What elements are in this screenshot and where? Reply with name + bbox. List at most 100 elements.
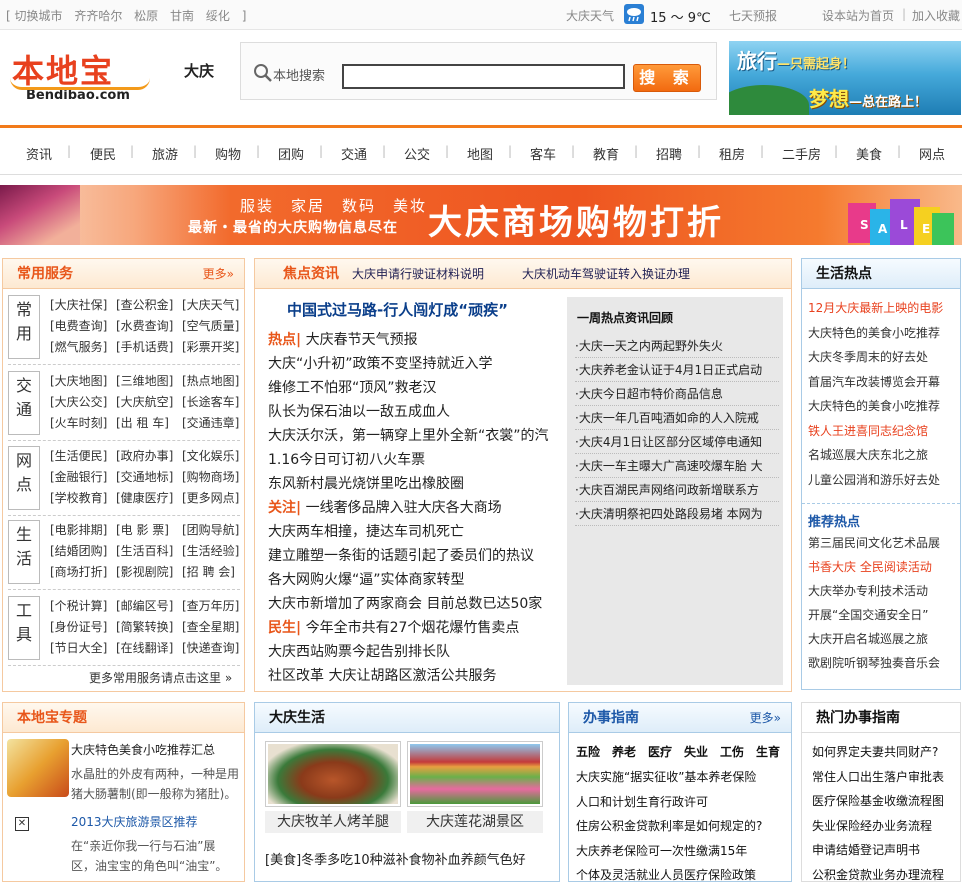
nav-item[interactable]: 旅游 bbox=[152, 144, 178, 163]
guide-link[interactable]: 大庆实施“据实征收”基本养老保险 bbox=[576, 768, 788, 785]
search-button[interactable]: 搜 索 bbox=[633, 64, 701, 92]
nav-item[interactable]: 租房 bbox=[719, 144, 745, 163]
life-hot-link[interactable]: 大庆冬季周末的好去处 bbox=[808, 348, 958, 365]
nav-item[interactable]: 地图 bbox=[467, 144, 493, 163]
service-link[interactable]: [燃气服务] bbox=[50, 338, 107, 355]
city-link[interactable]: 齐齐哈尔 bbox=[74, 9, 122, 23]
service-link[interactable]: [交通违章] bbox=[182, 414, 239, 431]
service-link[interactable]: [交通地标] bbox=[116, 468, 173, 485]
guide-categories[interactable]: 五险 养老 医疗 失业 工伤 生育 bbox=[576, 743, 788, 760]
service-link[interactable]: [邮编区号] bbox=[116, 597, 173, 614]
service-link[interactable]: [电影排期] bbox=[50, 521, 107, 538]
recommend-link[interactable]: 书香大庆 全民阅读活动 bbox=[808, 558, 958, 575]
recommend-link[interactable]: 歌剧院听钢琴独奏音乐会 bbox=[808, 654, 958, 671]
news-item[interactable]: 大庆“小升初”政策不变坚持就近入学 bbox=[268, 353, 562, 373]
nav-item[interactable]: 美食 bbox=[856, 144, 882, 163]
hot-guide-link[interactable]: 医疗保险基金收缴流程图 bbox=[812, 792, 958, 809]
service-link[interactable]: [招 聘 会] bbox=[182, 563, 235, 580]
news-item[interactable]: 维修工不怕邪“顶风”救老汉 bbox=[268, 377, 562, 397]
service-link[interactable]: [三维地图] bbox=[116, 372, 173, 389]
guide-link[interactable]: 人口和计划生育行政许可 bbox=[576, 793, 788, 810]
service-link[interactable]: [健康医疗] bbox=[116, 489, 173, 506]
city-link[interactable]: 甘南 bbox=[170, 9, 194, 23]
service-link[interactable]: [快递查询] bbox=[182, 639, 239, 656]
photo-caption[interactable]: 大庆牧羊人烤羊腿 bbox=[265, 811, 401, 833]
add-favorite-link[interactable]: 加入收藏 bbox=[912, 7, 960, 24]
service-link[interactable]: [金融银行] bbox=[50, 468, 107, 485]
city-link[interactable]: 松原 bbox=[134, 9, 158, 23]
service-link[interactable]: [查万年历] bbox=[182, 597, 239, 614]
hot-news-item[interactable]: ·大庆百湖民声网络问政新增联系方 bbox=[575, 481, 779, 502]
set-homepage-link[interactable]: 设本站为首页 bbox=[822, 7, 894, 24]
nav-item[interactable]: 资讯 bbox=[26, 144, 52, 163]
city-link[interactable]: 绥化 bbox=[206, 9, 230, 23]
service-link[interactable]: [身份证号] bbox=[50, 618, 107, 635]
hot-guide-link[interactable]: 失业保险经办业务流程 bbox=[812, 817, 958, 834]
life-hot-link[interactable]: 12月大庆最新上映的电影 bbox=[808, 299, 958, 316]
more-link[interactable]: 更多» bbox=[203, 259, 234, 289]
service-link[interactable]: [大庆地图] bbox=[50, 372, 107, 389]
life-hot-link[interactable]: 铁人王进喜同志纪念馆 bbox=[808, 422, 958, 439]
nav-item[interactable]: 教育 bbox=[593, 144, 619, 163]
service-link[interactable]: [空气质量] bbox=[182, 317, 239, 334]
service-link[interactable]: [火车时刻] bbox=[50, 414, 107, 431]
nav-item[interactable]: 便民 bbox=[90, 144, 116, 163]
news-item[interactable]: 大庆西站购票今起告别排长队 bbox=[268, 641, 562, 661]
news-item[interactable]: 大庆两车相撞，捷达车司机死亡 bbox=[268, 521, 562, 541]
nav-item[interactable]: 二手房 bbox=[782, 144, 821, 163]
service-link[interactable]: [水费查询] bbox=[116, 317, 173, 334]
service-link[interactable]: [电 影 票] bbox=[116, 521, 169, 538]
nav-item[interactable]: 团购 bbox=[278, 144, 304, 163]
service-link[interactable]: [电费查询] bbox=[50, 317, 107, 334]
recommend-link[interactable]: 第三届民间文化艺术品展 bbox=[808, 534, 958, 551]
news-item[interactable]: 东风新村晨光烧饼里吃出橡胶圈 bbox=[268, 473, 562, 493]
service-link[interactable]: [在线翻译] bbox=[116, 639, 173, 656]
headline-link[interactable]: 大庆申请行驶证材料说明 bbox=[352, 259, 484, 289]
service-link[interactable]: [文化娱乐] bbox=[182, 447, 239, 464]
nav-item[interactable]: 招聘 bbox=[656, 144, 682, 163]
service-link[interactable]: [结婚团购] bbox=[50, 542, 107, 559]
service-link[interactable]: [简繁转换] bbox=[116, 618, 173, 635]
recommend-link[interactable]: 大庆开启名城巡展之旅 bbox=[808, 630, 958, 647]
life-hot-link[interactable]: 大庆特色的美食小吃推荐 bbox=[808, 324, 958, 341]
service-link[interactable]: [生活百科] bbox=[116, 542, 173, 559]
service-link[interactable]: [影视剧院] bbox=[116, 563, 173, 580]
news-item[interactable]: 社区改革 大庆让胡路区激活公共服务 bbox=[268, 665, 562, 685]
service-link[interactable]: [生活便民] bbox=[50, 447, 107, 464]
guide-link[interactable]: 住房公积金贷款利率是如何规定的? bbox=[576, 817, 788, 834]
service-link[interactable]: [长途客车] bbox=[182, 393, 239, 410]
service-link[interactable]: [手机话费] bbox=[116, 338, 173, 355]
service-link[interactable]: [出 租 车] bbox=[116, 414, 169, 431]
service-link[interactable]: [大庆天气] bbox=[182, 296, 239, 313]
service-link[interactable]: [商场打折] bbox=[50, 563, 107, 580]
service-link[interactable]: [彩票开奖] bbox=[182, 338, 239, 355]
news-item[interactable]: 建立雕塑一条街的话题引起了委员们的热议 bbox=[268, 545, 562, 565]
news-item[interactable]: 民生| 今年全市共有27个烟花爆竹售卖点 bbox=[268, 617, 562, 637]
service-link[interactable]: [政府办事] bbox=[116, 447, 173, 464]
hot-guide-link[interactable]: 如何界定夫妻共同财产? bbox=[812, 743, 958, 760]
hot-news-item[interactable]: ·大庆一年几百吨酒如命的人入院戒 bbox=[575, 409, 779, 430]
service-link[interactable]: [热点地图] bbox=[182, 372, 239, 389]
switch-city-link[interactable]: [ 切换城市 bbox=[6, 9, 63, 23]
forecast-link[interactable]: 七天预报 bbox=[729, 7, 777, 24]
nav-item[interactable]: 客车 bbox=[530, 144, 556, 163]
nav-item[interactable]: 购物 bbox=[215, 144, 241, 163]
news-item[interactable]: 队长为保石油以一敌五成血人 bbox=[268, 401, 562, 421]
photo-frame[interactable] bbox=[407, 741, 543, 807]
travel-ad[interactable]: 旅行—只需起身！ 梦想—总在路上！ bbox=[729, 41, 961, 115]
news-item[interactable]: 各大网购火爆“逼”实体商家转型 bbox=[268, 569, 562, 589]
photo-caption[interactable]: 大庆莲花湖景区 bbox=[407, 811, 543, 833]
hot-news-item[interactable]: ·大庆今日超市特价商品信息 bbox=[575, 385, 779, 406]
more-services-link[interactable]: 更多常用服务请点击这里 » bbox=[89, 669, 232, 686]
service-link[interactable]: [查全星期] bbox=[182, 618, 239, 635]
news-item[interactable]: 大庆沃尔沃，第一辆穿上里外全新“衣裳”的汽 bbox=[268, 425, 562, 445]
headline-link[interactable]: 大庆机动车驾驶证转入换证办理 bbox=[522, 259, 690, 289]
recommend-link[interactable]: 开展“全国交通安全日” bbox=[808, 606, 958, 623]
hot-guide-link[interactable]: 常住人口出生落户审批表 bbox=[812, 768, 958, 785]
site-logo[interactable]: 本地宝 Bendibao.com bbox=[12, 46, 130, 103]
life-hot-link[interactable]: 大庆特色的美食小吃推荐 bbox=[808, 397, 958, 414]
recommend-link[interactable]: 大庆举办专利技术活动 bbox=[808, 582, 958, 599]
service-link[interactable]: [查公积金] bbox=[116, 296, 173, 313]
hot-guide-link[interactable]: 公积金贷款业务办理流程 bbox=[812, 866, 958, 883]
life-hot-link[interactable]: 儿童公园消和游乐好去处 bbox=[808, 471, 958, 488]
